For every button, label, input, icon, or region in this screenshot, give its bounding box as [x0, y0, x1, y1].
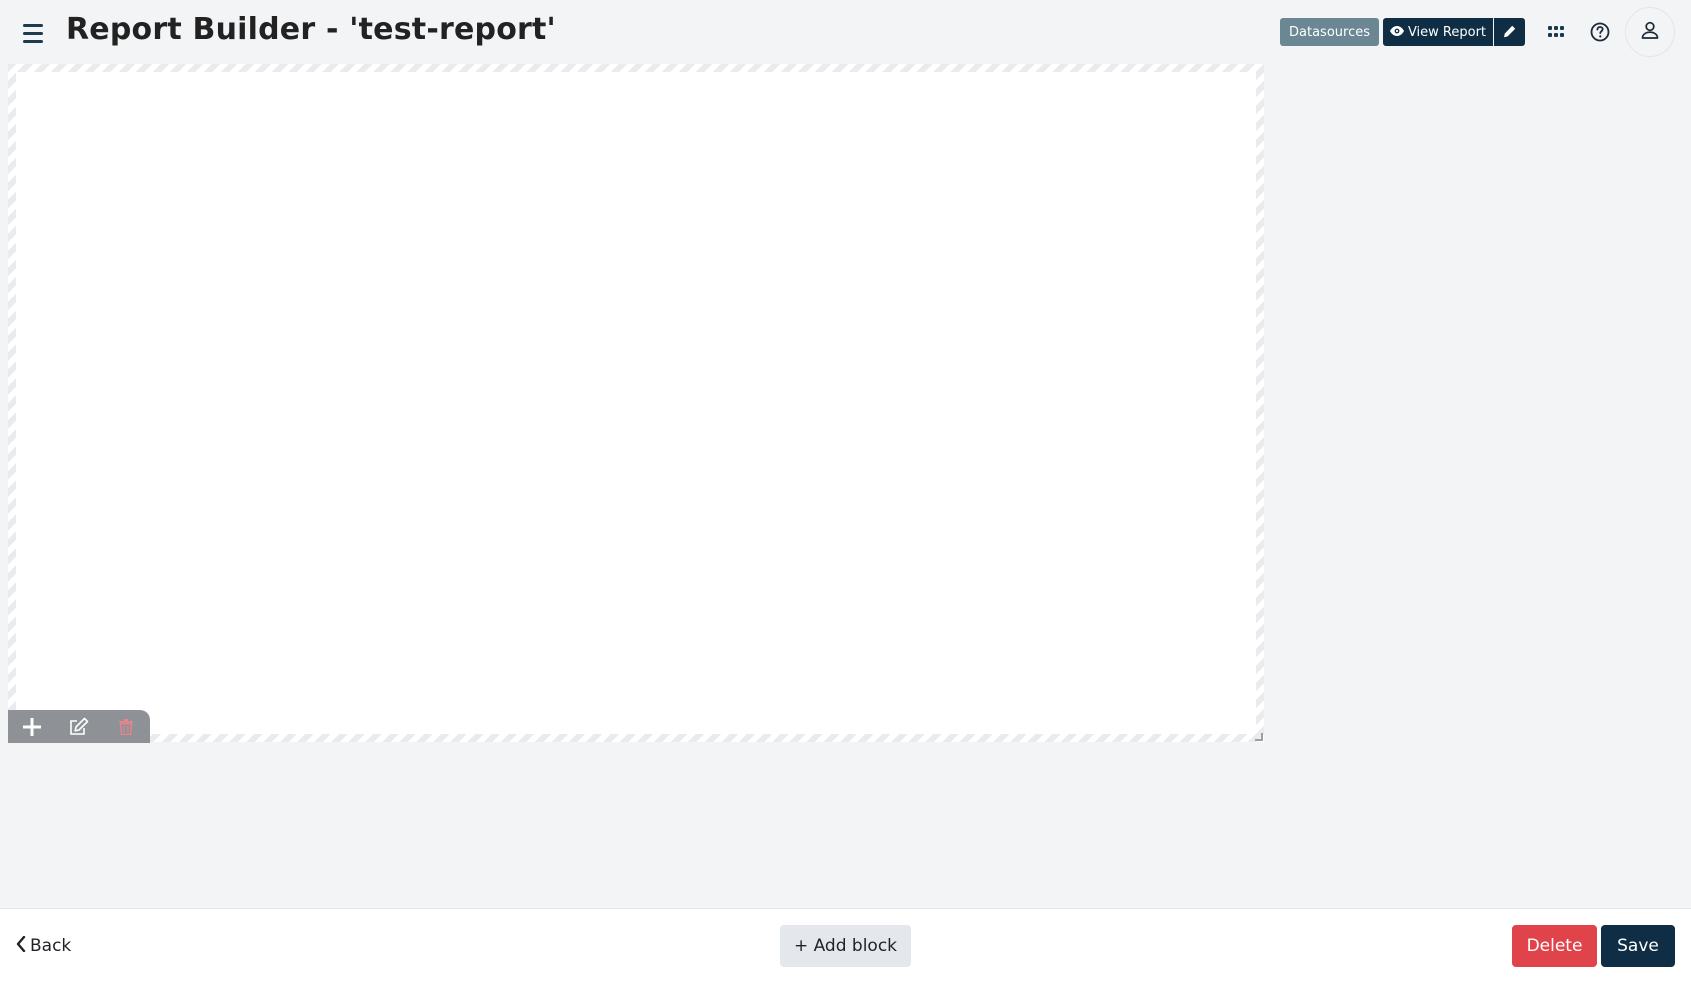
add-block-button[interactable]: + Add block [780, 925, 911, 967]
chevron-left-icon [16, 935, 26, 957]
block-toolbar [8, 710, 150, 743]
eye-icon [1389, 25, 1404, 40]
save-button[interactable]: Save [1601, 925, 1675, 967]
plus-icon[interactable] [8, 710, 55, 743]
top-header: Report Builder - 'test-report' Datasourc… [0, 0, 1691, 66]
view-report-label: View Report [1407, 24, 1487, 40]
datasources-label: Datasources [1289, 24, 1370, 40]
delete-button[interactable]: Delete [1512, 925, 1597, 967]
grid-apps-icon[interactable] [1540, 16, 1572, 48]
back-label: Back [30, 936, 72, 956]
datasources-button[interactable]: Datasources [1280, 18, 1379, 46]
report-block-content[interactable] [16, 72, 1256, 734]
trash-icon[interactable] [102, 710, 149, 743]
delete-label: Delete [1526, 936, 1583, 956]
edit-icon[interactable] [55, 710, 102, 743]
back-button[interactable]: Back [16, 933, 71, 959]
report-block-frame[interactable] [8, 64, 1264, 742]
page-title: Report Builder - 'test-report' [66, 12, 556, 47]
edit-report-button[interactable] [1494, 18, 1525, 46]
footer-bar: Back + Add block Delete Save [0, 908, 1691, 983]
pencil-icon [1503, 23, 1516, 42]
view-report-button[interactable]: View Report [1383, 18, 1493, 46]
user-icon [1641, 21, 1659, 43]
hamburger-menu-icon[interactable] [20, 20, 46, 46]
resize-handle[interactable] [1255, 733, 1263, 741]
question-circle-icon[interactable] [1584, 16, 1616, 48]
save-label: Save [1617, 936, 1659, 956]
add-block-label: + Add block [793, 936, 898, 956]
user-menu-button[interactable] [1625, 7, 1675, 57]
